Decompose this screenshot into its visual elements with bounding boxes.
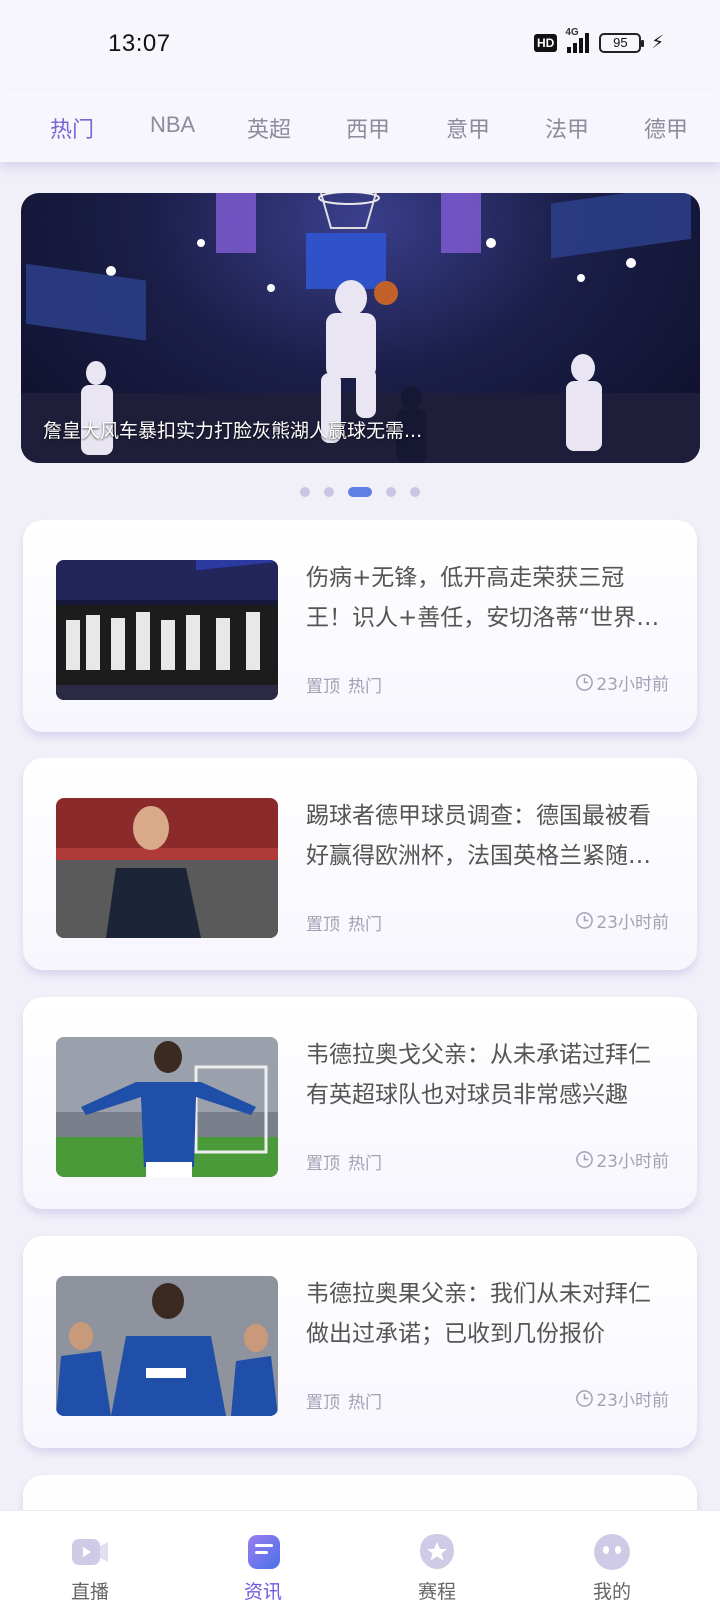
carousel-dot[interactable] (386, 487, 396, 497)
nav-label: 直播 (70, 1581, 109, 1603)
tab-serie-a[interactable]: 意甲 (446, 112, 490, 144)
carousel-dot-active[interactable] (348, 487, 372, 497)
news-card[interactable]: 踢球者德甲球员调查：德国最被看好赢得欧洲杯，法国英格兰紧随其后 置顶 热门 23… (23, 758, 697, 970)
tag-pinned: 置顶 (306, 677, 340, 697)
news-tags: 置顶 热门 (306, 1388, 382, 1413)
news-title: 韦德拉奥果父亲：我们从未对拜仁做出过承诺；已收到几份报价 (306, 1281, 651, 1347)
tab-premier-league[interactable]: 英超 (247, 112, 291, 144)
news-card[interactable]: 伤病+无锋，低开高走荣获三冠王！识人+善任，安切洛蒂“世界第一教练”成色十足 置… (23, 520, 697, 732)
nav-item-profile[interactable]: 我的 (562, 1531, 662, 1604)
category-tabs: 热门 NBA 英超 西甲 意甲 法甲 德甲 (0, 90, 720, 162)
nav-item-news[interactable]: 资讯 (213, 1531, 313, 1604)
tag-hot: 热门 (348, 1393, 382, 1413)
tag-pinned: 置顶 (306, 915, 340, 935)
carousel-dot[interactable] (324, 487, 334, 497)
news-tags: 置顶 热门 (306, 910, 382, 935)
carousel-indicator (300, 487, 420, 497)
news-thumbnail (56, 798, 278, 938)
tag-hot: 热门 (348, 1154, 382, 1174)
signal-icon: 4G (565, 27, 590, 53)
news-time-text: 23小时前 (596, 1152, 669, 1172)
news-time: 23小时前 (575, 670, 669, 695)
hd-icon: HD (534, 33, 558, 52)
news-card[interactable]: 韦德拉奥果父亲：我们从未对拜仁做出过承诺；已收到几份报价 置顶 热门 23小时前 (23, 1236, 697, 1448)
news-title: 踢球者德甲球员调查：德国最被看好赢得欧洲杯，法国英格兰紧随其后 (306, 803, 651, 869)
news-icon (248, 1535, 280, 1569)
tag-hot: 热门 (348, 915, 382, 935)
nav-item-schedule[interactable]: 赛程 (387, 1531, 487, 1604)
tab-ligue-1[interactable]: 法甲 (545, 112, 589, 144)
tab-la-liga[interactable]: 西甲 (346, 112, 390, 144)
tag-hot: 热门 (348, 677, 382, 697)
clock-icon (576, 1151, 594, 1168)
tab-nba[interactable]: NBA (150, 112, 195, 138)
news-time: 23小时前 (575, 1386, 669, 1411)
status-icons: HD 4G 95 ⚡ (534, 27, 664, 53)
nav-label: 我的 (592, 1581, 631, 1603)
news-time: 23小时前 (575, 1147, 669, 1172)
bottom-nav: 直播 资讯 赛程 我的 (0, 1510, 720, 1612)
tag-pinned: 置顶 (306, 1393, 340, 1413)
news-title: 伤病+无锋，低开高走荣获三冠王！识人+善任，安切洛蒂“世界第一教练”成色十足 (306, 565, 660, 631)
news-time-text: 23小时前 (596, 1391, 669, 1411)
status-bar: 13:07 HD 4G 95 ⚡ (0, 0, 720, 90)
news-tags: 置顶 热门 (306, 1149, 382, 1174)
profile-icon (594, 1534, 630, 1570)
news-thumbnail (56, 1037, 278, 1177)
clock-icon (576, 912, 594, 929)
news-thumbnail (56, 1276, 278, 1416)
charging-icon: ⚡ (651, 32, 664, 53)
news-card[interactable]: 韦德拉奥戈父亲：从未承诺过拜仁 有英超球队也对球员非常感兴趣 置顶 热门 23小… (23, 997, 697, 1209)
news-time: 23小时前 (575, 908, 669, 933)
status-time: 13:07 (108, 30, 171, 57)
banner-carousel[interactable]: 詹皇大风车暴扣实力打脸灰熊湖人赢球无需... (21, 193, 700, 463)
nav-label: 赛程 (417, 1581, 456, 1603)
news-time-text: 23小时前 (596, 913, 669, 933)
news-thumbnail (56, 560, 278, 700)
news-title: 韦德拉奥戈父亲：从未承诺过拜仁 有英超球队也对球员非常感兴趣 (306, 1042, 651, 1108)
nav-item-live[interactable]: 直播 (40, 1531, 140, 1604)
video-icon (72, 1539, 108, 1565)
tab-bundesliga[interactable]: 德甲 (644, 112, 688, 144)
tag-pinned: 置顶 (306, 1154, 340, 1174)
news-tags: 置顶 热门 (306, 672, 382, 697)
news-time-text: 23小时前 (596, 675, 669, 695)
carousel-dot[interactable] (410, 487, 420, 497)
clock-icon (576, 1390, 594, 1407)
carousel-dot[interactable] (300, 487, 310, 497)
tab-hot[interactable]: 热门 (50, 112, 94, 144)
star-icon (420, 1534, 454, 1569)
banner-caption: 詹皇大风车暴扣实力打脸灰熊湖人赢球无需... (43, 420, 423, 442)
network-type: 4G (565, 26, 579, 38)
clock-icon (576, 674, 594, 691)
battery-icon: 95 (599, 32, 645, 53)
nav-label: 资讯 (243, 1581, 282, 1603)
